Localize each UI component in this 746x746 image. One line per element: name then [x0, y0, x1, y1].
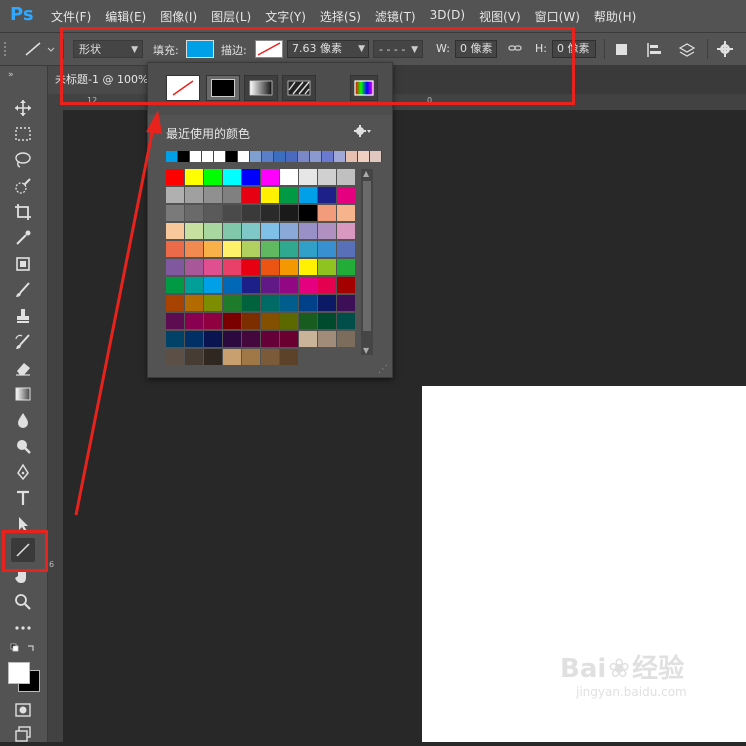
watermark-brand-2: 经验 [632, 654, 685, 684]
paw-icon: ❀ [608, 654, 631, 684]
watermark-brand: Bai [560, 654, 607, 684]
annotation-arrow [74, 110, 162, 516]
watermark-url: jingyan.baidu.com [576, 685, 687, 699]
watermark: Bai❀经验 jingyan.baidu.com [560, 648, 687, 699]
